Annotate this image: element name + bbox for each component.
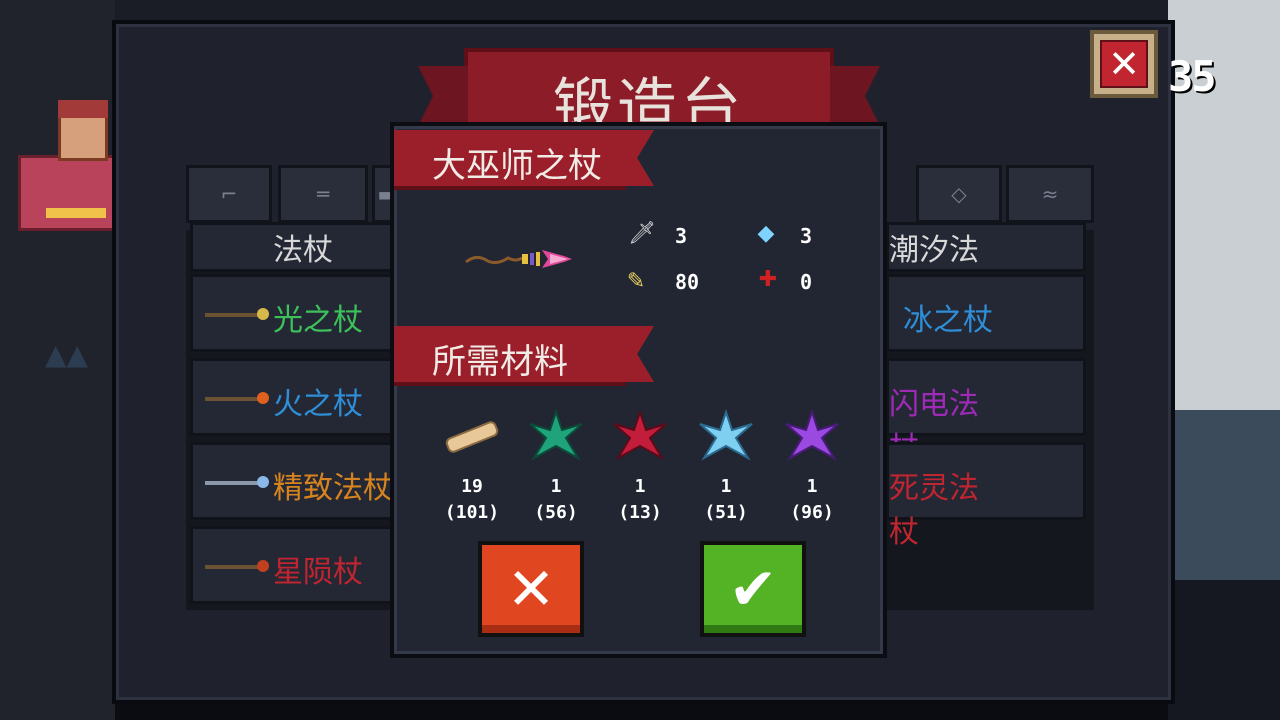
banner-wing-left — [418, 66, 468, 126]
npc-bar — [46, 208, 106, 218]
material-quantity: 1 (51) — [686, 474, 766, 526]
item-name: 大巫师之杖 — [432, 146, 602, 186]
stat-energy: 3 — [800, 224, 813, 248]
material-quantity: 1 (13) — [600, 474, 680, 526]
background-floor-dark — [1168, 580, 1280, 720]
staff-icon — [205, 476, 269, 488]
blue-crystal-icon — [699, 408, 753, 461]
material-required: 1 — [634, 476, 646, 497]
material-owned: (96) — [790, 502, 834, 523]
green-crystal-icon — [529, 408, 583, 461]
material-quantity: 19 (101) — [432, 474, 512, 526]
list-item-label: 火之杖 — [273, 387, 363, 422]
banner-wing-right — [830, 66, 880, 126]
materials-title: 所需材料 — [432, 342, 568, 382]
material-required: 1 — [720, 476, 732, 497]
tab-pistols[interactable]: ⌐ — [186, 165, 272, 223]
checkmark-icon: ✔ — [728, 555, 778, 623]
cat-pet: ▲▲ — [45, 338, 89, 378]
list-item-staff[interactable]: 法杖 — [190, 222, 400, 272]
material-required: 1 — [550, 476, 562, 497]
stat-accuracy: 0 — [800, 270, 813, 294]
list-item-tide-staff[interactable]: 潮汐法杖 — [886, 222, 1086, 312]
npc-desk — [18, 155, 116, 231]
confirm-forge-button[interactable]: ✔ — [700, 541, 806, 637]
list-item-ice-staff[interactable]: 冰之杖 — [886, 274, 1086, 352]
red-crystal-icon — [613, 408, 667, 461]
material-owned: (13) — [618, 502, 662, 523]
staff-icon — [205, 308, 269, 320]
forge-confirm-dialog: 大巫师之杖 🗡 3 ◆ 3 ✎ 80 ✚ 0 所需材料 19 (101) 1 (… — [390, 122, 887, 658]
list-item-label: 法杖 — [273, 233, 333, 268]
material-required: 19 — [461, 476, 483, 497]
crit-icon: ✎ — [626, 269, 646, 294]
accuracy-crosshair-icon: ✚ — [758, 267, 778, 292]
list-item-meteor-staff[interactable]: 星陨杖 — [190, 526, 400, 604]
tab-rifles[interactable]: ═ — [278, 165, 368, 223]
rifle-icon: ═ — [316, 182, 330, 206]
cat-icon: ▲▲ — [45, 338, 89, 371]
material-owned: (101) — [444, 502, 500, 523]
tab-bows[interactable]: ◇ — [916, 165, 1002, 223]
wand-icon — [465, 250, 572, 268]
staff-tip-icon — [257, 560, 269, 572]
close-icon: ✕ — [1100, 40, 1148, 88]
material-quantity: 1 (56) — [516, 474, 596, 526]
item-name-ribbon: 大巫师之杖 — [394, 130, 626, 190]
list-item-fine-staff[interactable]: 精致法杖 — [190, 442, 400, 520]
purple-crystal-icon — [785, 408, 839, 461]
list-item-light-staff[interactable]: 光之杖 — [190, 274, 400, 352]
cancel-button[interactable]: ✕ — [478, 541, 584, 637]
list-item-label: 星陨杖 — [273, 555, 363, 590]
staff-tip-icon — [257, 476, 269, 488]
material-required: 1 — [806, 476, 818, 497]
sword-icon: 🗡 — [628, 221, 656, 246]
pistol-icon: ⌐ — [220, 182, 238, 206]
list-item-label: 死灵法杖 — [889, 471, 979, 550]
staff-icon — [205, 560, 269, 572]
close-icon: ✕ — [506, 555, 556, 623]
stat-damage: 3 — [675, 224, 688, 248]
list-item-necro-staff[interactable]: 死灵法杖 — [886, 442, 1086, 550]
materials-ribbon: 所需材料 — [394, 326, 626, 386]
material-owned: (51) — [704, 502, 748, 523]
tab-misc[interactable]: ≈ — [1006, 165, 1094, 223]
close-button[interactable]: ✕ — [1090, 30, 1158, 98]
material-quantity: 1 (96) — [772, 474, 852, 526]
blacksmith-npc — [18, 100, 116, 231]
staff-icon — [205, 392, 269, 404]
list-item-lightning-staff[interactable]: 闪电法杖 — [886, 358, 1086, 466]
npc-hair — [58, 100, 108, 118]
staff-tip-icon — [257, 308, 269, 320]
staff-tip-icon — [257, 392, 269, 404]
timber-icon — [445, 421, 499, 453]
list-item-fire-staff[interactable]: 火之杖 — [190, 358, 400, 436]
list-item-label: 冰之杖 — [903, 303, 993, 338]
bow-icon: ◇ — [951, 182, 967, 206]
fish-icon: ≈ — [1041, 182, 1059, 206]
material-owned: (56) — [534, 502, 578, 523]
score-counter: 35 — [1168, 52, 1217, 101]
list-item-label: 精致法杖 — [273, 471, 393, 506]
background-left-room: ▲▲ — [0, 0, 116, 720]
stat-crit: 80 — [675, 270, 700, 294]
list-item-label: 光之杖 — [273, 303, 363, 338]
background-right-room — [1168, 0, 1280, 720]
energy-crystal-icon: ◆ — [757, 221, 775, 246]
